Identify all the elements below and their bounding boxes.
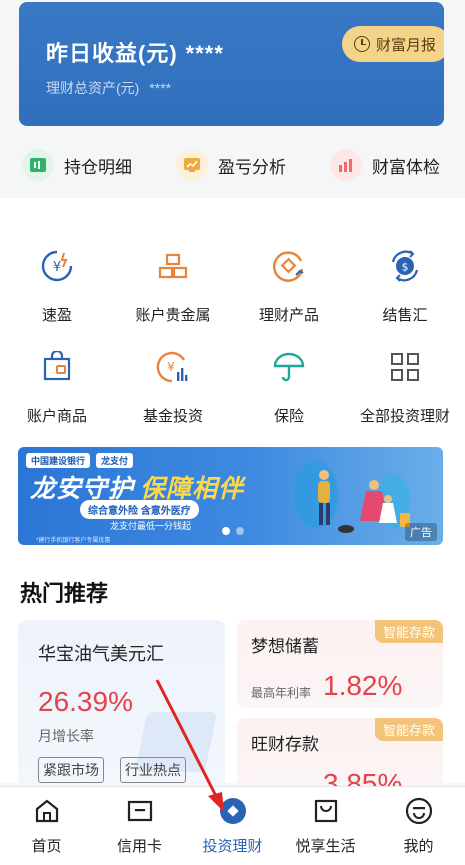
promo-banner[interactable]: 中国建设银行 龙支付 龙安守护 保障相伴 综合意外险 含意外医疗 龙支付最低一分钱…: [18, 447, 443, 545]
banner-headline-a: 龙安守护: [30, 475, 135, 503]
banner-footnote: *建行手机银行客户专属优惠: [36, 538, 111, 544]
carousel-dot-active[interactable]: [222, 527, 230, 535]
banner-headline-b: 保障相伴: [140, 475, 245, 503]
carousel-dot[interactable]: [236, 527, 244, 535]
grid-label: 基金投资: [142, 408, 203, 425]
banner-sub: 龙支付最低一分钱起: [110, 521, 192, 531]
total-assets: 理财总资产(元) ****: [46, 78, 171, 98]
monthly-report-label: 财富月报: [375, 36, 436, 54]
profile-icon: [405, 797, 433, 825]
product-rate-label: 月增长率: [38, 728, 94, 744]
product-title: 华宝油气美元汇: [38, 644, 164, 664]
quick-link-analysis[interactable]: 盈亏分析: [176, 149, 286, 181]
grid-item-fund[interactable]: ¥ 基金投资: [113, 347, 233, 426]
product-rate-label: 最高年利率: [251, 686, 312, 700]
grid-label: 账户贵金属: [135, 307, 211, 324]
tab-label: 投资理财: [202, 838, 263, 855]
tab-invest[interactable]: 投资理财: [186, 787, 279, 865]
grid-label: 速盈: [41, 307, 72, 324]
tab-life[interactable]: 悦享生活: [279, 787, 372, 865]
hot-recommend-title: 热门推荐: [20, 581, 109, 606]
quick-link-holdings[interactable]: 持仓明细: [22, 149, 132, 181]
grid-label: 全部投资理财: [359, 408, 450, 425]
all-apps-icon: [385, 347, 425, 387]
tab-label: 悦享生活: [295, 838, 356, 855]
clock-icon: [353, 36, 370, 52]
grid-label: 保险: [273, 408, 304, 425]
fund-icon: ¥: [153, 347, 193, 387]
tab-credit-card[interactable]: 信用卡: [93, 787, 186, 865]
quick-link-label: 盈亏分析: [218, 157, 286, 177]
grid-item-all-invest[interactable]: 全部投资理财: [345, 347, 465, 426]
tab-home[interactable]: 首页: [0, 787, 93, 865]
invest-icon: [219, 797, 247, 825]
grid-item-quick-earn[interactable]: ¥ 速盈: [0, 246, 117, 325]
grid-item-gold[interactable]: 账户贵金属: [113, 246, 233, 325]
grid-item-exchange[interactable]: $ 结售汇: [345, 246, 465, 325]
product-card-dream-savings[interactable]: 梦想储蓄 智能存款 最高年利率 1.82%: [237, 620, 443, 708]
credit-card-icon: [126, 797, 154, 825]
grid-item-wealth-product[interactable]: 理财产品: [229, 246, 349, 325]
pay-logo: 龙支付: [96, 453, 134, 468]
product-rate: 1.82%: [323, 670, 403, 701]
bar-chart-icon: [330, 149, 362, 181]
life-bag-icon: [312, 797, 340, 825]
total-assets-masked: ****: [149, 80, 172, 96]
quick-link-checkup[interactable]: 财富体检: [330, 149, 440, 181]
ad-label: 广告: [405, 523, 437, 541]
holdings-icon: [22, 149, 54, 181]
grid-item-account-goods[interactable]: 账户商品: [0, 347, 117, 426]
product-rate: 26.39%: [38, 686, 133, 717]
grid-label: 结售汇: [382, 307, 428, 324]
gold-bars-icon: [153, 246, 193, 286]
tab-profile[interactable]: 我的: [372, 787, 465, 865]
product-tag: 紧跟市场: [38, 757, 104, 783]
grid-item-insurance[interactable]: 保险: [229, 347, 349, 426]
product-title: 梦想储蓄: [251, 637, 319, 656]
yesterday-earnings: 昨日收益(元) ****: [46, 36, 224, 68]
quick-links: 持仓明细 盈亏分析 财富体检: [0, 140, 465, 190]
monthly-report-button[interactable]: 财富月报: [341, 26, 444, 62]
grid-label: 理财产品: [258, 307, 319, 324]
banner-logos: 中国建设银行 龙支付: [26, 453, 134, 468]
earnings-value-masked: ****: [185, 41, 224, 66]
earnings-label: 昨日收益(元): [46, 41, 178, 66]
grid-label: 账户商品: [26, 408, 87, 425]
smart-deposit-badge: 智能存款: [374, 718, 443, 741]
umbrella-icon: [269, 347, 309, 387]
svg-text:¥: ¥: [167, 360, 175, 374]
total-assets-label: 理财总资产(元): [46, 80, 140, 96]
earnings-card[interactable]: 昨日收益(元) **** 理财总资产(元) **** 财富月报: [19, 2, 444, 126]
home-icon: [33, 797, 61, 825]
product-card-wangcai-deposit[interactable]: 旺财存款 智能存款 3.85%: [237, 718, 443, 790]
wealth-product-icon: [269, 246, 309, 286]
svg-text:$: $: [402, 261, 409, 274]
tab-label: 我的: [403, 838, 434, 855]
quick-link-label: 财富体检: [372, 157, 440, 177]
shopping-bag-icon: [37, 347, 77, 387]
currency-exchange-icon: $: [385, 246, 425, 286]
banner-illustration: [294, 461, 410, 533]
product-card-oil-gas[interactable]: 华宝油气美元汇 26.39% 月增长率 紧跟市场 行业热点: [18, 620, 225, 790]
product-tag: 行业热点: [120, 757, 186, 783]
bank-logo: 中国建设银行: [26, 453, 91, 468]
tab-label: 信用卡: [116, 838, 162, 855]
smart-deposit-badge: 智能存款: [374, 620, 443, 643]
quick-link-label: 持仓明细: [64, 157, 132, 177]
banner-pill: 综合意外险 含意外医疗: [80, 500, 199, 519]
bottom-tab-bar: 首页 信用卡 投资理财 悦享生活 我的: [0, 786, 465, 865]
svg-text:¥: ¥: [53, 260, 61, 275]
quick-earn-icon: ¥: [37, 246, 77, 286]
product-title: 旺财存款: [251, 735, 319, 754]
tab-label: 首页: [31, 838, 62, 855]
chart-icon: [176, 149, 208, 181]
